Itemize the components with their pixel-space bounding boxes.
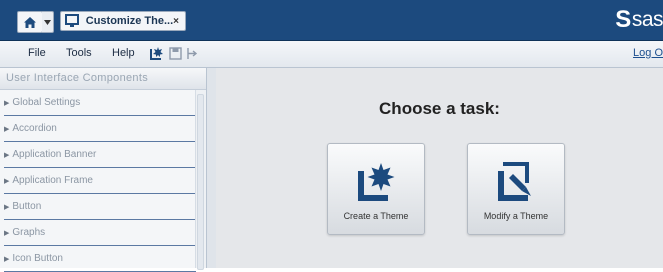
- modify-theme-label: Modify a Theme: [483, 211, 549, 221]
- home-icon: [24, 16, 36, 28]
- create-theme-label: Create a Theme: [343, 211, 409, 221]
- theme-designer-icon: [65, 13, 80, 29]
- create-theme-button[interactable]: Create a Theme: [327, 143, 425, 235]
- sidebar-item-application-frame[interactable]: ▶ Application Frame: [4, 168, 196, 194]
- components-list: ▶ Global Settings ▶ Accordion ▶ Applicat…: [0, 90, 206, 272]
- log-off-link[interactable]: Log O: [633, 47, 663, 59]
- export-icon[interactable]: [185, 46, 199, 60]
- chevron-down-icon: [44, 19, 51, 25]
- home-button[interactable]: [17, 11, 43, 33]
- panel-title: User Interface Components: [0, 68, 206, 90]
- sidebar-item-application-banner[interactable]: ▶ Application Banner: [4, 142, 196, 168]
- sas-logo-text: sas: [631, 8, 663, 31]
- menu-tools[interactable]: Tools: [66, 47, 92, 59]
- create-theme-icon: [348, 156, 406, 206]
- sidebar-item-accordion[interactable]: ▶ Accordion: [4, 116, 196, 142]
- sidebar-item-label: Graphs: [12, 227, 46, 238]
- sidebar-item-button[interactable]: ▶ Button: [4, 194, 196, 220]
- caret-right-icon: ▶: [4, 177, 10, 185]
- sidebar-item-label: Accordion: [12, 123, 57, 134]
- sidebar-item-label: Button: [12, 201, 42, 212]
- modify-theme-icon: [488, 156, 546, 206]
- menu-help[interactable]: Help: [112, 47, 135, 59]
- caret-right-icon: ▶: [4, 99, 10, 107]
- main-content: Choose a task: Create a Theme Modify a T…: [216, 68, 663, 268]
- sidebar-item-graphs[interactable]: ▶ Graphs: [4, 220, 196, 246]
- caret-right-icon: ▶: [4, 203, 10, 211]
- tab-label: Customize The...: [85, 15, 174, 27]
- sidebar-item-icon-button[interactable]: ▶ Icon Button: [4, 246, 196, 272]
- sidebar-scrollbar[interactable]: [195, 90, 206, 270]
- page-title: Choose a task:: [379, 99, 500, 118]
- sidebar-item-label: Application Frame: [12, 175, 93, 186]
- components-panel: User Interface Components ▶ Global Setti…: [0, 68, 207, 272]
- application-banner: Customize The... × S sas: [0, 0, 663, 41]
- caret-right-icon: ▶: [4, 125, 10, 133]
- caret-right-icon: ▶: [4, 255, 10, 263]
- caret-right-icon: ▶: [4, 229, 10, 237]
- modify-theme-button[interactable]: Modify a Theme: [467, 143, 565, 235]
- panel-splitter[interactable]: [207, 68, 216, 268]
- sas-logo-mark: S: [615, 6, 631, 33]
- sidebar-item-label: Global Settings: [12, 97, 81, 108]
- tab-close-button[interactable]: ×: [173, 16, 179, 27]
- sas-logo: S sas: [615, 6, 663, 33]
- sidebar-item-label: Application Banner: [12, 149, 97, 160]
- sidebar-item-label: Icon Button: [12, 253, 63, 264]
- save-icon[interactable]: [168, 46, 182, 60]
- scrollbar-thumb[interactable]: [197, 94, 204, 270]
- caret-right-icon: ▶: [4, 151, 10, 159]
- tab-customize-theme[interactable]: Customize The... ×: [60, 11, 186, 31]
- menu-bar: File Tools Help Log O: [0, 41, 663, 68]
- menu-file[interactable]: File: [28, 47, 46, 59]
- sidebar-item-global-settings[interactable]: ▶ Global Settings: [4, 90, 196, 116]
- home-dropdown-button[interactable]: [42, 11, 54, 33]
- new-theme-icon[interactable]: [150, 46, 164, 60]
